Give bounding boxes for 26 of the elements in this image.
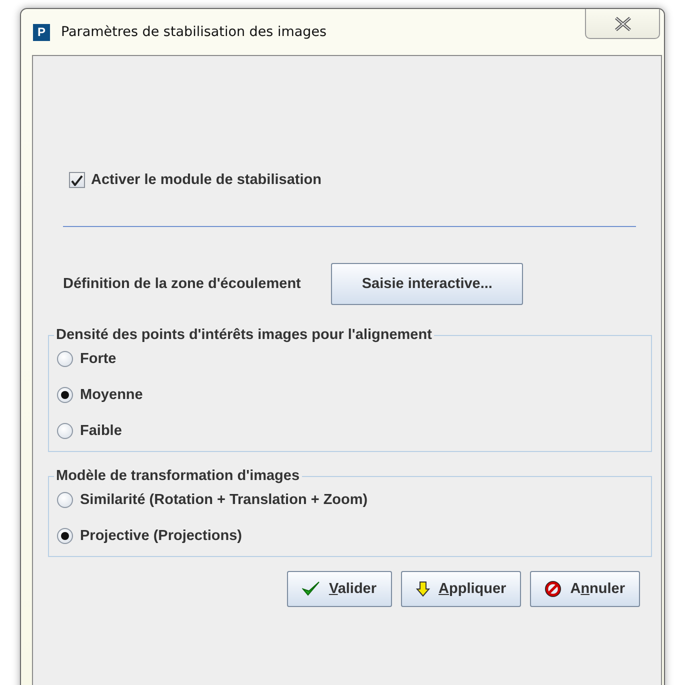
radio-label: Faible xyxy=(80,423,122,439)
radio-button[interactable] xyxy=(57,423,73,439)
checkbox-label: Activer le module de stabilisation xyxy=(91,172,322,188)
apply-button[interactable]: Appliquer xyxy=(400,571,522,607)
group-title: Densité des points d'intérêts images pour l'alignement xyxy=(55,327,433,343)
radio-button[interactable] xyxy=(57,492,73,508)
group-title: Modèle de transformation d'images xyxy=(55,468,301,484)
radio-label: Projective (Projections) xyxy=(80,528,242,544)
radio-button[interactable] xyxy=(57,528,73,544)
checkmark-icon xyxy=(302,581,320,597)
interactive-input-button[interactable]: Saisie interactive... xyxy=(330,263,524,305)
ok-button[interactable]: Valider xyxy=(286,571,392,607)
no-entry-icon xyxy=(545,581,562,597)
close-button[interactable] xyxy=(585,9,660,39)
radio-label: Similarité (Rotation + Translation + Zoom) xyxy=(80,492,368,508)
radio-label: Forte xyxy=(80,351,116,367)
checkbox[interactable] xyxy=(69,172,85,188)
window-title: Paramètres de stabilisation des images xyxy=(61,24,327,40)
radio-button[interactable] xyxy=(57,351,73,367)
close-icon xyxy=(614,16,632,30)
zone-label: Définition de la zone d'écoulement xyxy=(63,276,301,292)
arrow-down-icon xyxy=(416,581,430,597)
cancel-button[interactable]: Annuler xyxy=(530,571,640,607)
radio-label: Moyenne xyxy=(80,387,143,403)
app-icon: P xyxy=(33,24,50,40)
radio-button[interactable] xyxy=(57,387,73,403)
